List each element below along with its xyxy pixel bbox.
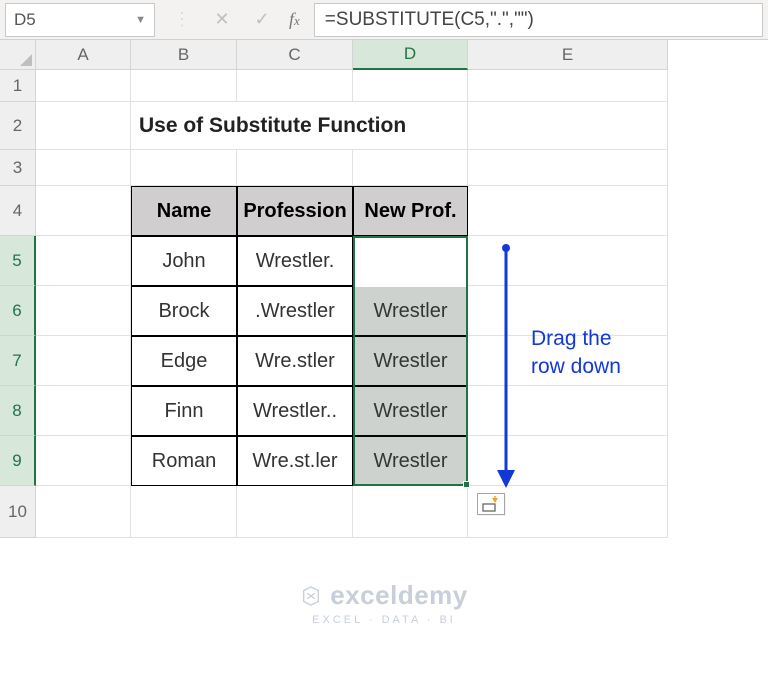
row-header-10[interactable]: 10 xyxy=(0,486,36,538)
header-newprof[interactable]: New Prof. xyxy=(353,186,468,236)
column-header-row: A B C D E xyxy=(0,40,768,70)
annotation-arrow-icon xyxy=(491,242,521,490)
cell-c5[interactable]: Wrestler. xyxy=(237,236,353,286)
cell-a6[interactable] xyxy=(36,286,131,336)
cell-a3[interactable] xyxy=(36,150,131,186)
col-header-c[interactable]: C xyxy=(237,40,353,70)
watermark-tagline: EXCEL · DATA · BI xyxy=(0,614,768,626)
cell-b1[interactable] xyxy=(131,70,237,102)
formula-input[interactable]: =SUBSTITUTE(C5,".","") xyxy=(314,3,763,37)
cell-c10[interactable] xyxy=(237,486,353,538)
cell-c1[interactable] xyxy=(237,70,353,102)
cell-d6[interactable]: Wrestler xyxy=(353,286,468,336)
cell-e1[interactable] xyxy=(468,70,668,102)
watermark: exceldemy EXCEL · DATA · BI xyxy=(0,580,768,626)
cell-d1[interactable] xyxy=(353,70,468,102)
row-header-5[interactable]: 5 xyxy=(0,236,36,286)
cell-d9[interactable]: Wrestler xyxy=(353,436,468,486)
logo-icon xyxy=(300,585,322,607)
row-header-3[interactable]: 3 xyxy=(0,150,36,186)
cell-d8[interactable]: Wrestler xyxy=(353,386,468,436)
cell-e3[interactable] xyxy=(468,150,668,186)
cell-d7[interactable]: Wrestler xyxy=(353,336,468,386)
cell-d3[interactable] xyxy=(353,150,468,186)
cell-b3[interactable] xyxy=(131,150,237,186)
cancel-icon[interactable]: ✕ xyxy=(213,9,231,30)
cell-c6[interactable]: .Wrestler xyxy=(237,286,353,336)
cell-a10[interactable] xyxy=(36,486,131,538)
name-box[interactable]: D5 ▼ xyxy=(5,3,155,37)
row-header-2[interactable]: 2 xyxy=(0,102,36,150)
cell-b5[interactable]: John xyxy=(131,236,237,286)
cell-c7[interactable]: Wre.stler xyxy=(237,336,353,386)
row-header-4[interactable]: 4 xyxy=(0,186,36,236)
cell-b7[interactable]: Edge xyxy=(131,336,237,386)
row-header-7[interactable]: 7 xyxy=(0,336,36,386)
row-headers: 1 2 3 4 5 6 7 8 9 10 xyxy=(0,70,36,538)
formula-text: =SUBSTITUTE(C5,".","") xyxy=(325,9,534,31)
cell-e2[interactable] xyxy=(468,102,668,150)
cell-a9[interactable] xyxy=(36,436,131,486)
cell-c9[interactable]: Wre.st.ler xyxy=(237,436,353,486)
name-box-dropdown-icon[interactable]: ▼ xyxy=(135,14,146,26)
cell-b6[interactable]: Brock xyxy=(131,286,237,336)
col-header-a[interactable]: A xyxy=(36,40,131,70)
cell-a8[interactable] xyxy=(36,386,131,436)
cell-b10[interactable] xyxy=(131,486,237,538)
select-all-corner[interactable] xyxy=(0,40,36,70)
cell-a7[interactable] xyxy=(36,336,131,386)
cell-c3[interactable] xyxy=(237,150,353,186)
annotation-text: Drag the row down xyxy=(531,325,621,382)
header-profession[interactable]: Profession xyxy=(237,186,353,236)
cell-e4[interactable] xyxy=(468,186,668,236)
col-header-d[interactable]: D xyxy=(353,40,468,70)
fx-icon[interactable]: fx xyxy=(289,9,314,30)
col-header-b[interactable]: B xyxy=(131,40,237,70)
cell-a5[interactable] xyxy=(36,236,131,286)
cell-b8[interactable]: Finn xyxy=(131,386,237,436)
row-header-1[interactable]: 1 xyxy=(0,70,36,102)
cell-b9[interactable]: Roman xyxy=(131,436,237,486)
row-header-6[interactable]: 6 xyxy=(0,286,36,336)
cell-a1[interactable] xyxy=(36,70,131,102)
cell-c8[interactable]: Wrestler.. xyxy=(237,386,353,436)
col-header-e[interactable]: E xyxy=(468,40,668,70)
autofill-options-button[interactable] xyxy=(477,493,505,515)
cell-a4[interactable] xyxy=(36,186,131,236)
cell-a2[interactable] xyxy=(36,102,131,150)
cell-d5[interactable]: Wrestler xyxy=(353,236,468,286)
header-name[interactable]: Name xyxy=(131,186,237,236)
divider-icon: ⋮ xyxy=(173,9,191,30)
enter-icon[interactable]: ✓ xyxy=(253,9,271,30)
title-cell[interactable]: Use of Substitute Function xyxy=(131,102,468,150)
sheet-body: 1 2 3 4 5 6 7 8 9 10 Use of Substitute F… xyxy=(0,70,768,538)
name-box-value: D5 xyxy=(14,10,36,30)
row-header-9[interactable]: 9 xyxy=(0,436,36,486)
grid[interactable]: Use of Substitute Function Name Professi… xyxy=(36,70,668,538)
cell-d10[interactable] xyxy=(353,486,468,538)
formula-bar-buttons: ⋮ ✕ ✓ xyxy=(155,9,289,30)
formula-bar: D5 ▼ ⋮ ✕ ✓ fx =SUBSTITUTE(C5,".","") xyxy=(0,0,768,40)
row-header-8[interactable]: 8 xyxy=(0,386,36,436)
watermark-brand: exceldemy xyxy=(330,580,467,611)
